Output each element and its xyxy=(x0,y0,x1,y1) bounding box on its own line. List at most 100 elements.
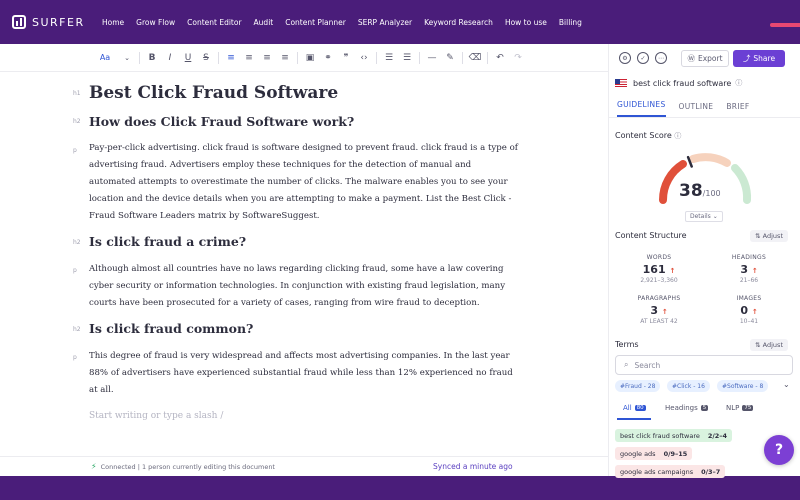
gauge-green-segment xyxy=(731,164,752,204)
info-icon[interactable]: ⓘ xyxy=(674,132,681,140)
redo-icon[interactable]: ↷ xyxy=(509,53,527,63)
paragraph[interactable]: Although almost all countries have no la… xyxy=(89,261,519,312)
section-heading[interactable]: Is click fraud common? xyxy=(89,321,519,336)
highlight-icon[interactable]: ✎ xyxy=(441,53,459,63)
term-item[interactable]: google ads 0/9–15 xyxy=(615,447,693,460)
nav-home[interactable]: Home xyxy=(102,18,124,27)
document-title[interactable]: Best Click Fraud Software xyxy=(89,83,519,103)
topic-chip[interactable]: #Click - 16 xyxy=(667,380,710,392)
filter-nlp[interactable]: NLP 75 xyxy=(726,404,754,412)
underline-button[interactable]: U xyxy=(179,53,197,63)
image-icon[interactable]: ▣ xyxy=(301,53,319,63)
bold-button[interactable]: B xyxy=(143,53,161,63)
undo-icon[interactable]: ↶ xyxy=(491,53,509,63)
terms-label: Terms xyxy=(615,340,639,349)
tab-guidelines[interactable]: GUIDELINES xyxy=(617,100,666,117)
filter-all[interactable]: All 80 xyxy=(623,404,646,412)
search-icon: ⌕ xyxy=(624,360,629,369)
nav-keyword-research[interactable]: Keyword Research xyxy=(424,18,493,27)
block-tag-p: p xyxy=(73,147,77,154)
arrow-up-icon: ↑ xyxy=(751,308,758,316)
terms-search-input[interactable]: ⌕ Search xyxy=(615,355,793,375)
term-item[interactable]: best click fraud software 2/2–4 xyxy=(615,429,733,442)
panel-tabs: GUIDELINES OUTLINE BRIEF xyxy=(609,94,800,118)
tab-outline[interactable]: OUTLINE xyxy=(679,102,714,117)
info-icon[interactable]: ⓘ xyxy=(735,78,742,88)
align-center-icon[interactable]: ≡ xyxy=(240,53,258,63)
align-justify-icon[interactable]: ≡ xyxy=(276,53,294,63)
more-icon[interactable]: ⋯ xyxy=(655,52,667,64)
stat-paragraphs: PARAGRAPHS 3 ↑ AT LEAST 42 xyxy=(637,295,681,325)
strikethrough-button[interactable]: S xyxy=(197,53,215,63)
bullet-list-icon[interactable]: ☰ xyxy=(398,53,416,63)
stat-images: IMAGES 0 ↑ 10–41 xyxy=(736,295,762,325)
term-item[interactable]: google ads campaigns 0/3–7 xyxy=(615,465,726,478)
nav-audit[interactable]: Audit xyxy=(254,18,274,27)
nav-content-planner[interactable]: Content Planner xyxy=(285,18,346,27)
align-right-icon[interactable]: ≡ xyxy=(258,53,276,63)
clear-format-icon[interactable]: ⌫ xyxy=(466,53,484,63)
ordered-list-icon[interactable]: ☰ xyxy=(380,53,398,63)
adjust-structure-button[interactable]: ⇅ Adjust xyxy=(750,230,788,242)
chevron-down-icon[interactable]: ⌄ xyxy=(118,54,136,62)
content-score: 38/100 xyxy=(679,181,721,201)
topic-chip[interactable]: #Fraud - 28 xyxy=(615,380,661,392)
guidelines-panel: ⚙ ✓ ⋯ Ⓦ Export ⤴ Share best click fraud … xyxy=(608,44,800,478)
status-bar: ⚡ Connected | 1 person currently editing… xyxy=(0,456,608,476)
wordpress-icon: Ⓦ xyxy=(687,53,695,63)
help-button[interactable]: ? xyxy=(764,435,794,465)
nav-content-editor[interactable]: Content Editor xyxy=(187,18,241,27)
sync-status: Synced a minute ago xyxy=(433,462,513,471)
sliders-icon: ⇅ xyxy=(755,232,761,240)
block-tag-p: p xyxy=(73,354,77,361)
toolbar-divider xyxy=(218,51,219,64)
export-label: Export xyxy=(697,53,723,63)
logo-text: SURFER xyxy=(32,15,85,29)
panel-toolbar: ⚙ ✓ ⋯ Ⓦ Export ⤴ Share xyxy=(609,44,800,72)
toolbar-divider xyxy=(376,51,377,64)
check-icon[interactable]: ✓ xyxy=(637,52,649,64)
block-tag-h2: h2 xyxy=(73,118,81,125)
code-icon[interactable]: ‹› xyxy=(355,53,373,63)
font-style-dropdown[interactable]: Aa xyxy=(92,53,118,62)
notification-tab[interactable] xyxy=(770,23,800,27)
target-keyword: best click fraud software xyxy=(633,78,732,88)
topic-chip[interactable]: #Software - 8 xyxy=(717,380,769,392)
stat-words: WORDS 161 ↑ 2,921–3,360 xyxy=(640,254,678,284)
us-flag-icon xyxy=(615,79,627,87)
italic-button[interactable]: I xyxy=(161,53,179,63)
content-score-label: Content Score ⓘ xyxy=(615,131,682,140)
export-button[interactable]: Ⓦ Export xyxy=(681,49,729,67)
block-tag-h1: h1 xyxy=(73,90,81,97)
block-tag-h2: h2 xyxy=(73,326,81,333)
horizontal-rule-icon[interactable]: — xyxy=(423,53,441,63)
editor-placeholder[interactable]: Start writing or type a slash / xyxy=(89,411,519,421)
nav-how-to-use[interactable]: How to use xyxy=(505,18,547,27)
section-heading[interactable]: Is click fraud a crime? xyxy=(89,234,519,249)
nav-serp-analyzer[interactable]: SERP Analyzer xyxy=(358,18,412,27)
chevron-down-icon: ⌄ xyxy=(712,213,718,220)
tab-brief[interactable]: BRIEF xyxy=(726,102,749,117)
arrow-up-icon: ↑ xyxy=(661,308,668,316)
surfer-logo[interactable]: SURFER xyxy=(12,15,90,29)
toolbar-divider xyxy=(487,51,488,64)
link-icon[interactable]: ⚭ xyxy=(319,53,337,63)
share-button[interactable]: ⤴ Share xyxy=(733,49,785,67)
document-editor[interactable]: h1 Best Click Fraud Software h2 How does… xyxy=(0,72,608,456)
section-heading[interactable]: How does Click Fraud Software work? xyxy=(89,114,519,129)
chevron-down-icon[interactable]: ⌄ xyxy=(783,380,790,389)
details-dropdown[interactable]: Details ⌄ xyxy=(685,211,723,222)
paragraph[interactable]: Pay-per-click advertising. click fraud i… xyxy=(89,140,519,225)
nav-grow-flow[interactable]: Grow Flow xyxy=(136,18,175,27)
adjust-terms-button[interactable]: ⇅ Adjust xyxy=(750,339,788,351)
paragraph[interactable]: This degree of fraud is very widespread … xyxy=(89,348,519,399)
align-left-icon[interactable]: ≡ xyxy=(222,53,240,63)
toolbar-divider xyxy=(297,51,298,64)
quote-icon[interactable]: ❞ xyxy=(337,53,355,63)
active-filter-underline xyxy=(617,418,651,420)
sliders-icon: ⇅ xyxy=(755,341,761,349)
logo-icon xyxy=(12,15,26,29)
settings-icon[interactable]: ⚙ xyxy=(619,52,631,64)
nav-billing[interactable]: Billing xyxy=(559,18,582,27)
filter-headings[interactable]: Headings 5 xyxy=(665,404,709,412)
